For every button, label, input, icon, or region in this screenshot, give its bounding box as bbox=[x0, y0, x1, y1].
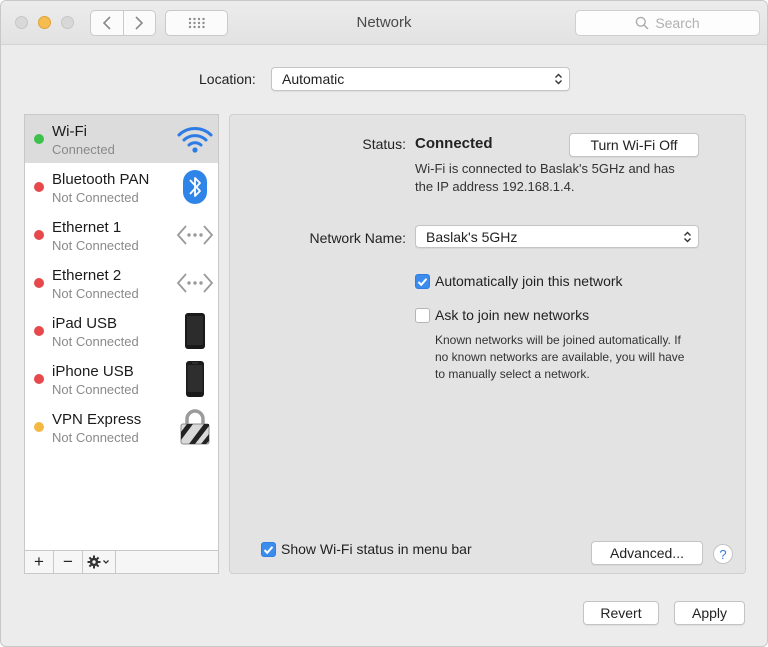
status-dot bbox=[34, 182, 44, 192]
service-name: Ethernet 2 bbox=[52, 267, 122, 284]
help-button[interactable]: ? bbox=[713, 544, 733, 564]
service-item-bluetooth-pan[interactable]: Bluetooth PAN Not Connected bbox=[25, 163, 218, 211]
status-dot bbox=[34, 230, 44, 240]
service-item-ethernet-1[interactable]: Ethernet 1 Not Connected bbox=[25, 211, 218, 259]
service-item-ipad-usb[interactable]: iPad USB Not Connected bbox=[25, 307, 218, 355]
advanced-button[interactable]: Advanced... bbox=[591, 541, 703, 565]
search-field[interactable]: Search bbox=[575, 10, 760, 36]
service-name: Wi-Fi bbox=[52, 123, 87, 140]
status-description-line: Wi-Fi is connected to Baslak's 5GHz and … bbox=[415, 161, 675, 176]
service-name: iPhone USB bbox=[52, 363, 134, 380]
ask-join-checkbox[interactable] bbox=[415, 308, 430, 323]
title-bar: Network Search bbox=[1, 1, 767, 45]
service-status: Connected bbox=[52, 142, 115, 157]
status-dot bbox=[34, 134, 44, 144]
status-value: Connected bbox=[415, 135, 493, 152]
gear-icon bbox=[87, 555, 109, 569]
remove-service-button[interactable]: − bbox=[54, 551, 83, 573]
show-wifi-status-label[interactable]: Show Wi-Fi status in menu bar bbox=[281, 541, 472, 557]
checkmark-icon bbox=[263, 545, 274, 554]
ethernet-icon bbox=[175, 215, 215, 255]
service-item-vpn-express[interactable]: VPN Express Not Connected bbox=[25, 403, 218, 451]
bluetooth-icon bbox=[175, 167, 215, 207]
service-status: Not Connected bbox=[52, 190, 139, 205]
status-label: Status: bbox=[362, 136, 406, 152]
ask-join-description-line: no known networks are available, you wil… bbox=[435, 350, 685, 364]
apply-button[interactable]: Apply bbox=[674, 601, 745, 625]
checkmark-icon bbox=[417, 277, 428, 286]
service-status: Not Connected bbox=[52, 382, 139, 397]
service-actions-button[interactable] bbox=[83, 551, 116, 573]
iphone-icon bbox=[175, 359, 215, 399]
status-dot bbox=[34, 374, 44, 384]
turn-wifi-off-button[interactable]: Turn Wi-Fi Off bbox=[569, 133, 699, 157]
status-description: Wi-Fi is connected to Baslak's 5GHz and … bbox=[415, 160, 675, 196]
revert-button[interactable]: Revert bbox=[583, 601, 659, 625]
location-label: Location: bbox=[199, 71, 256, 87]
vpn-lock-icon bbox=[175, 407, 215, 447]
ethernet-icon bbox=[175, 263, 215, 303]
show-wifi-status-checkbox[interactable] bbox=[261, 542, 276, 557]
service-name: Ethernet 1 bbox=[52, 219, 122, 236]
service-status: Not Connected bbox=[52, 430, 139, 445]
service-name: VPN Express bbox=[52, 411, 142, 428]
service-name: Bluetooth PAN bbox=[52, 171, 150, 188]
location-value: Automatic bbox=[282, 71, 345, 87]
service-item-wifi[interactable]: Wi-Fi Connected bbox=[25, 115, 218, 163]
auto-join-label[interactable]: Automatically join this network bbox=[435, 273, 623, 289]
ipad-icon bbox=[175, 311, 215, 351]
service-item-iphone-usb[interactable]: iPhone USB Not Connected bbox=[25, 355, 218, 403]
status-dot bbox=[34, 422, 44, 432]
add-service-button[interactable]: + bbox=[25, 551, 54, 573]
network-name-popup[interactable]: Baslak's 5GHz bbox=[415, 225, 699, 248]
updown-chevron-icon bbox=[555, 73, 562, 85]
ask-join-description-line: to manually select a network. bbox=[435, 367, 590, 381]
auto-join-checkbox[interactable] bbox=[415, 274, 430, 289]
service-list-toolbar: + − bbox=[25, 550, 218, 573]
status-description-line: the IP address 192.168.1.4. bbox=[415, 179, 575, 194]
wifi-icon bbox=[175, 119, 215, 159]
ask-join-description-line: Known networks will be joined automatica… bbox=[435, 333, 681, 347]
status-dot bbox=[34, 278, 44, 288]
service-status: Not Connected bbox=[52, 238, 139, 253]
network-preferences-window: Network Search Location: Automatic Wi-Fi… bbox=[0, 0, 768, 647]
status-dot bbox=[34, 326, 44, 336]
location-popup[interactable]: Automatic bbox=[271, 67, 570, 91]
network-name-label: Network Name: bbox=[309, 230, 406, 246]
search-placeholder: Search bbox=[655, 15, 700, 31]
ask-join-label[interactable]: Ask to join new networks bbox=[435, 307, 589, 323]
service-status: Not Connected bbox=[52, 334, 139, 349]
service-name: iPad USB bbox=[52, 315, 118, 332]
ask-join-description: Known networks will be joined automatica… bbox=[435, 332, 684, 383]
service-list: Wi-Fi Connected Bluetooth PAN Not Connec… bbox=[24, 114, 219, 574]
network-name-value: Baslak's 5GHz bbox=[426, 228, 518, 245]
detail-pane: Status: Connected Turn Wi-Fi Off Wi-Fi i… bbox=[229, 114, 746, 574]
updown-chevron-icon bbox=[684, 231, 691, 242]
service-item-ethernet-2[interactable]: Ethernet 2 Not Connected bbox=[25, 259, 218, 307]
service-status: Not Connected bbox=[52, 286, 139, 301]
search-icon bbox=[636, 16, 649, 30]
